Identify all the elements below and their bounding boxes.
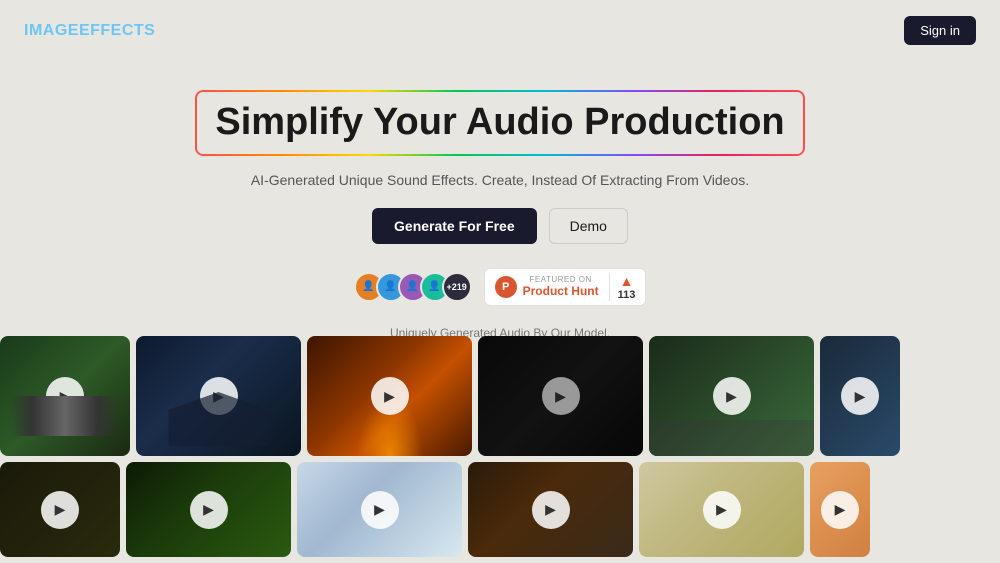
play-button[interactable]: ▶	[46, 377, 84, 415]
title-wrapper: Simplify Your Audio Production	[195, 90, 804, 156]
social-proof: 👤 👤 👤 👤 +219 P FEATURED ON Product Hunt …	[354, 268, 647, 306]
ph-score-value: 113	[618, 289, 636, 301]
ph-text: FEATURED ON Product Hunt	[523, 275, 599, 298]
ph-score: ▲ 113	[609, 273, 636, 301]
hero-subtitle: AI-Generated Unique Sound Effects. Creat…	[251, 172, 749, 188]
header: IMAGEEFFECTS Sign in	[0, 0, 1000, 61]
play-button[interactable]: ▶	[703, 491, 741, 529]
video-card[interactable]: ▶	[478, 336, 643, 456]
ph-featured-label: FEATURED ON	[523, 275, 599, 284]
play-button[interactable]: ▶	[821, 491, 859, 529]
product-hunt-badge[interactable]: P FEATURED ON Product Hunt ▲ 113	[484, 268, 647, 306]
video-card[interactable]: ▶	[126, 462, 291, 557]
play-button[interactable]: ▶	[190, 491, 228, 529]
video-card[interactable]: ▶	[307, 336, 472, 456]
play-button[interactable]: ▶	[713, 377, 751, 415]
avatar-group: 👤 👤 👤 👤 +219	[354, 272, 472, 302]
ph-name-label: Product Hunt	[523, 284, 599, 298]
video-row-1: ▶ ▶ ▶ ▶ ▶ ▶	[0, 336, 1000, 462]
hero-buttons: Generate For Free Demo	[372, 208, 628, 244]
video-row-2: ▶ ▶ ▶ ▶ ▶ ▶	[0, 462, 1000, 563]
video-gallery: ▶ ▶ ▶ ▶ ▶ ▶ ▶ ▶ ▶ ▶ ▶	[0, 336, 1000, 563]
hero-title: Simplify Your Audio Production	[195, 90, 804, 156]
sign-in-button[interactable]: Sign in	[904, 16, 976, 45]
play-button[interactable]: ▶	[200, 377, 238, 415]
generate-button[interactable]: Generate For Free	[372, 208, 537, 244]
video-card[interactable]: ▶	[0, 336, 130, 456]
video-card[interactable]: ▶	[0, 462, 120, 557]
play-button[interactable]: ▶	[41, 491, 79, 529]
video-card[interactable]: ▶	[810, 462, 870, 557]
play-button[interactable]: ▶	[841, 377, 879, 415]
logo-text: IMAGE	[24, 22, 79, 39]
video-card[interactable]: ▶	[468, 462, 633, 557]
play-button[interactable]: ▶	[542, 377, 580, 415]
logo[interactable]: IMAGEEFFECTS	[24, 22, 155, 40]
ph-arrow-icon: ▲	[620, 273, 634, 289]
demo-button[interactable]: Demo	[549, 208, 628, 244]
hero-section: Simplify Your Audio Production AI-Genera…	[0, 60, 1000, 354]
play-button[interactable]: ▶	[361, 491, 399, 529]
play-button[interactable]: ▶	[371, 377, 409, 415]
play-button[interactable]: ▶	[532, 491, 570, 529]
avatar-count: +219	[442, 272, 472, 302]
product-hunt-logo: P	[495, 276, 517, 298]
video-card[interactable]: ▶	[639, 462, 804, 557]
video-card[interactable]: ▶	[297, 462, 462, 557]
logo-accent: EFFECTS	[79, 22, 155, 39]
video-card[interactable]: ▶	[136, 336, 301, 456]
video-card[interactable]: ▶	[820, 336, 900, 456]
video-card[interactable]: ▶	[649, 336, 814, 456]
